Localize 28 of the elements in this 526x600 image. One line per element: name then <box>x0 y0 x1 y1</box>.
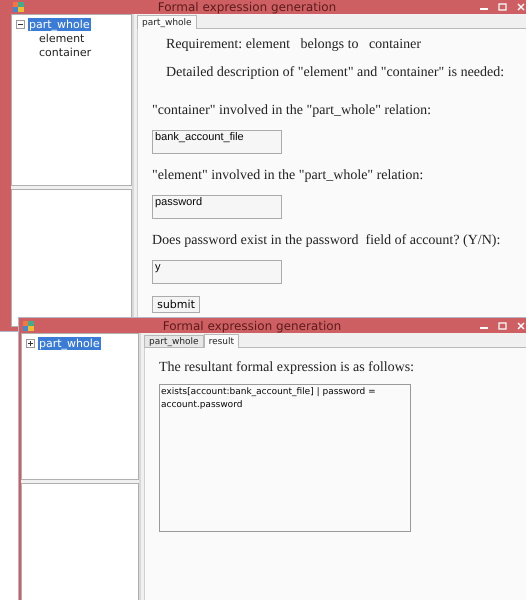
output-field[interactable]: exists[account:bank_account_file] | password = account.password <box>159 384 411 532</box>
description-text: Detailed description of "element" and "container" is needed: <box>166 65 506 81</box>
tab[interactable]: result <box>204 334 240 348</box>
input-field[interactable]: bank_account_file <box>152 130 282 154</box>
field-label: "element" involved in the "part_whole" relation: <box>152 168 424 184</box>
tab[interactable]: part_whole <box>144 335 204 347</box>
app-icon <box>23 320 34 330</box>
window-title: Formal expression generation <box>156 0 338 14</box>
submit-button[interactable]: submit <box>152 296 200 313</box>
input-field[interactable]: y <box>152 260 282 284</box>
close-icon[interactable] <box>517 2 525 10</box>
field-label: Does password exist in the password field of account? (Y/N): <box>152 233 502 249</box>
collapse-icon[interactable] <box>16 20 25 28</box>
input-field[interactable]: password <box>152 195 282 219</box>
expand-icon[interactable] <box>26 338 35 348</box>
maximize-icon[interactable] <box>498 322 507 330</box>
tree-item[interactable]: part_whole <box>28 18 91 30</box>
description-text: Requirement: element belongs to container <box>166 37 422 53</box>
field-label: "container" involved in the "part_whole" relation: <box>152 103 432 119</box>
result-heading: The resultant formal expression is as follows: <box>159 360 416 376</box>
tab[interactable]: part_whole <box>137 15 197 29</box>
app-icon <box>13 2 24 12</box>
close-icon[interactable] <box>517 322 525 330</box>
tree-item[interactable]: container <box>38 46 92 58</box>
tree-item[interactable]: part_whole <box>38 336 101 350</box>
maximize-icon[interactable] <box>498 2 507 10</box>
tree-item[interactable]: element <box>38 32 86 44</box>
window-title: Formal expression generation <box>162 318 342 332</box>
